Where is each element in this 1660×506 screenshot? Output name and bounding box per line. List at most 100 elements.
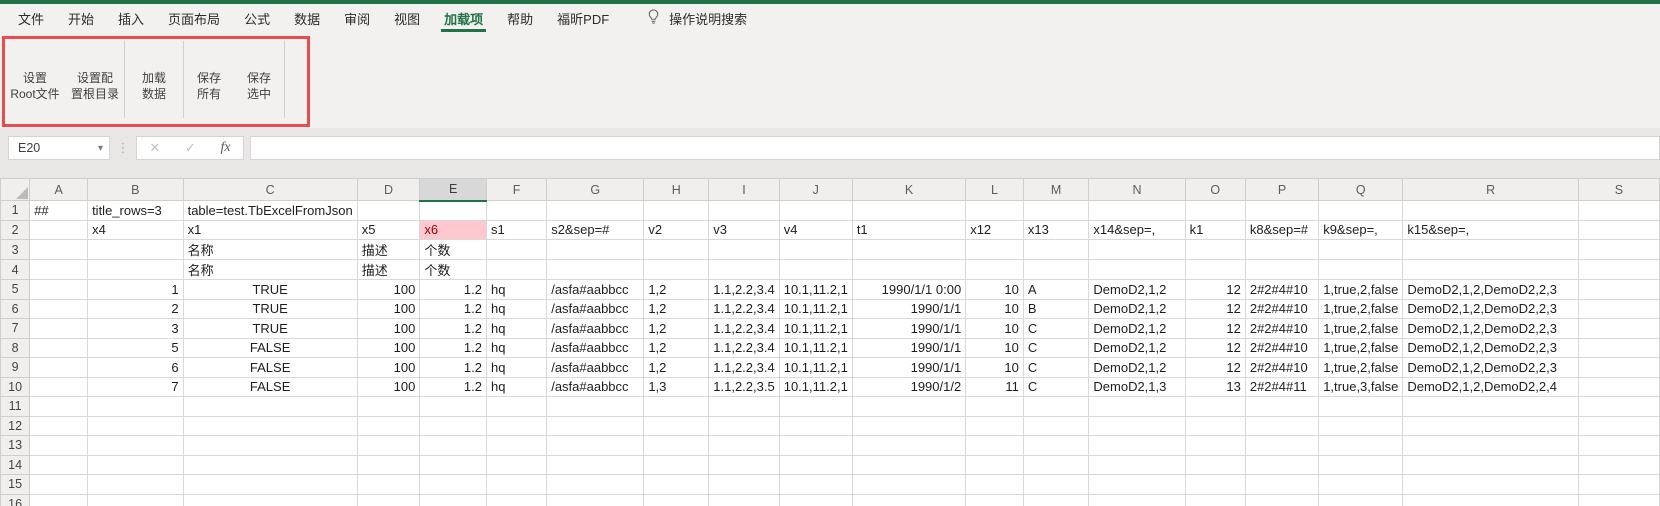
cell-Q4[interactable] <box>1319 260 1403 280</box>
cell-Q3[interactable] <box>1319 240 1403 260</box>
cell-P12[interactable] <box>1245 416 1318 436</box>
column-header-K[interactable]: K <box>852 179 965 201</box>
cell-M11[interactable] <box>1023 397 1089 417</box>
cell-J9[interactable]: 10.1,11.2,1 <box>779 358 852 378</box>
cell-P3[interactable] <box>1245 240 1318 260</box>
cell-H4[interactable] <box>644 260 709 280</box>
cell-S5[interactable] <box>1578 280 1659 300</box>
cell-E1[interactable] <box>420 201 487 221</box>
cell-A13[interactable] <box>30 436 88 456</box>
cell-K6[interactable]: 1990/1/1 <box>852 299 965 319</box>
cell-Q11[interactable] <box>1319 397 1403 417</box>
cell-J5[interactable]: 10.1,11.2,1 <box>779 280 852 300</box>
row-header-3[interactable]: 3 <box>1 240 30 260</box>
column-header-N[interactable]: N <box>1089 179 1185 201</box>
cell-O7[interactable]: 12 <box>1185 319 1245 339</box>
cell-C11[interactable] <box>183 397 357 417</box>
cell-P10[interactable]: 2#2#4#11 <box>1245 377 1318 397</box>
cell-A11[interactable] <box>30 397 88 417</box>
cell-R11[interactable] <box>1403 397 1579 417</box>
cell-Q10[interactable]: 1,true,3,false <box>1319 377 1403 397</box>
cell-S12[interactable] <box>1578 416 1659 436</box>
cell-L3[interactable] <box>966 240 1024 260</box>
cell-D14[interactable] <box>357 455 420 475</box>
cell-N7[interactable]: DemoD2,1,2 <box>1089 319 1185 339</box>
cell-S15[interactable] <box>1578 475 1659 495</box>
cell-J3[interactable] <box>779 240 852 260</box>
cell-I15[interactable] <box>709 475 779 495</box>
cell-K12[interactable] <box>852 416 965 436</box>
cell-A15[interactable] <box>30 475 88 495</box>
cell-J7[interactable]: 10.1,11.2,1 <box>779 319 852 339</box>
cell-Q8[interactable]: 1,true,2,false <box>1319 338 1403 358</box>
cell-A10[interactable] <box>30 377 88 397</box>
cell-I9[interactable]: 1.1,2.2,3.4 <box>709 358 779 378</box>
cell-G5[interactable]: /asfa#aabbcc <box>547 280 644 300</box>
cell-O5[interactable]: 12 <box>1185 280 1245 300</box>
cell-D11[interactable] <box>357 397 420 417</box>
cell-I14[interactable] <box>709 455 779 475</box>
cell-N15[interactable] <box>1089 475 1185 495</box>
cell-S6[interactable] <box>1578 299 1659 319</box>
column-header-O[interactable]: O <box>1185 179 1245 201</box>
cell-J10[interactable]: 10.1,11.2,1 <box>779 377 852 397</box>
cell-D3[interactable]: 描述 <box>357 240 420 260</box>
cell-M2[interactable]: x13 <box>1023 220 1089 240</box>
cell-G6[interactable]: /asfa#aabbcc <box>547 299 644 319</box>
cell-H3[interactable] <box>644 240 709 260</box>
cell-L9[interactable]: 10 <box>966 358 1024 378</box>
cell-C15[interactable] <box>183 475 357 495</box>
ribbon-tab-3[interactable]: 页面布局 <box>156 4 232 33</box>
cell-B6[interactable]: 2 <box>88 299 184 319</box>
cell-Q6[interactable]: 1,true,2,false <box>1319 299 1403 319</box>
cell-L12[interactable] <box>966 416 1024 436</box>
cell-G16[interactable] <box>547 494 644 506</box>
cell-Q16[interactable] <box>1319 494 1403 506</box>
cell-I1[interactable] <box>709 201 779 221</box>
cell-S10[interactable] <box>1578 377 1659 397</box>
row-header-9[interactable]: 9 <box>1 358 30 378</box>
column-header-S[interactable]: S <box>1578 179 1659 201</box>
cell-Q7[interactable]: 1,true,2,false <box>1319 319 1403 339</box>
cell-A7[interactable] <box>30 319 88 339</box>
cell-G3[interactable] <box>547 240 644 260</box>
cell-E10[interactable]: 1.2 <box>420 377 487 397</box>
cell-K5[interactable]: 1990/1/1 0:00 <box>852 280 965 300</box>
column-header-E[interactable]: E <box>420 179 487 201</box>
tell-me-search[interactable]: 操作说明搜索 <box>647 4 747 33</box>
cell-G8[interactable]: /asfa#aabbcc <box>547 338 644 358</box>
cell-B14[interactable] <box>88 455 184 475</box>
cell-P9[interactable]: 2#2#4#10 <box>1245 358 1318 378</box>
cell-M14[interactable] <box>1023 455 1089 475</box>
cell-D6[interactable]: 100 <box>357 299 420 319</box>
cell-K14[interactable] <box>852 455 965 475</box>
cell-O10[interactable]: 13 <box>1185 377 1245 397</box>
cell-R7[interactable]: DemoD2,1,2,DemoD2,2,3 <box>1403 319 1579 339</box>
cell-N3[interactable] <box>1089 240 1185 260</box>
column-header-Q[interactable]: Q <box>1319 179 1403 201</box>
cell-L8[interactable]: 10 <box>966 338 1024 358</box>
cell-K4[interactable] <box>852 260 965 280</box>
cell-H6[interactable]: 1,2 <box>644 299 709 319</box>
row-header-5[interactable]: 5 <box>1 280 30 300</box>
cell-B10[interactable]: 7 <box>88 377 184 397</box>
cell-P8[interactable]: 2#2#4#10 <box>1245 338 1318 358</box>
cell-O4[interactable] <box>1185 260 1245 280</box>
ribbon-tab-10[interactable]: 福昕PDF <box>545 4 621 33</box>
cell-D2[interactable]: x5 <box>357 220 420 240</box>
cell-N13[interactable] <box>1089 436 1185 456</box>
cell-S16[interactable] <box>1578 494 1659 506</box>
cell-A4[interactable] <box>30 260 88 280</box>
cell-A8[interactable] <box>30 338 88 358</box>
cell-D4[interactable]: 描述 <box>357 260 420 280</box>
cell-K10[interactable]: 1990/1/2 <box>852 377 965 397</box>
cell-I8[interactable]: 1.1,2.2,3.4 <box>709 338 779 358</box>
cell-K11[interactable] <box>852 397 965 417</box>
cell-K2[interactable]: t1 <box>852 220 965 240</box>
cell-F8[interactable]: hq <box>486 338 546 358</box>
cell-B8[interactable]: 5 <box>88 338 184 358</box>
cell-M6[interactable]: B <box>1023 299 1089 319</box>
load-data-button[interactable]: 加载数据 <box>125 33 183 128</box>
cell-E9[interactable]: 1.2 <box>420 358 487 378</box>
cell-K16[interactable] <box>852 494 965 506</box>
